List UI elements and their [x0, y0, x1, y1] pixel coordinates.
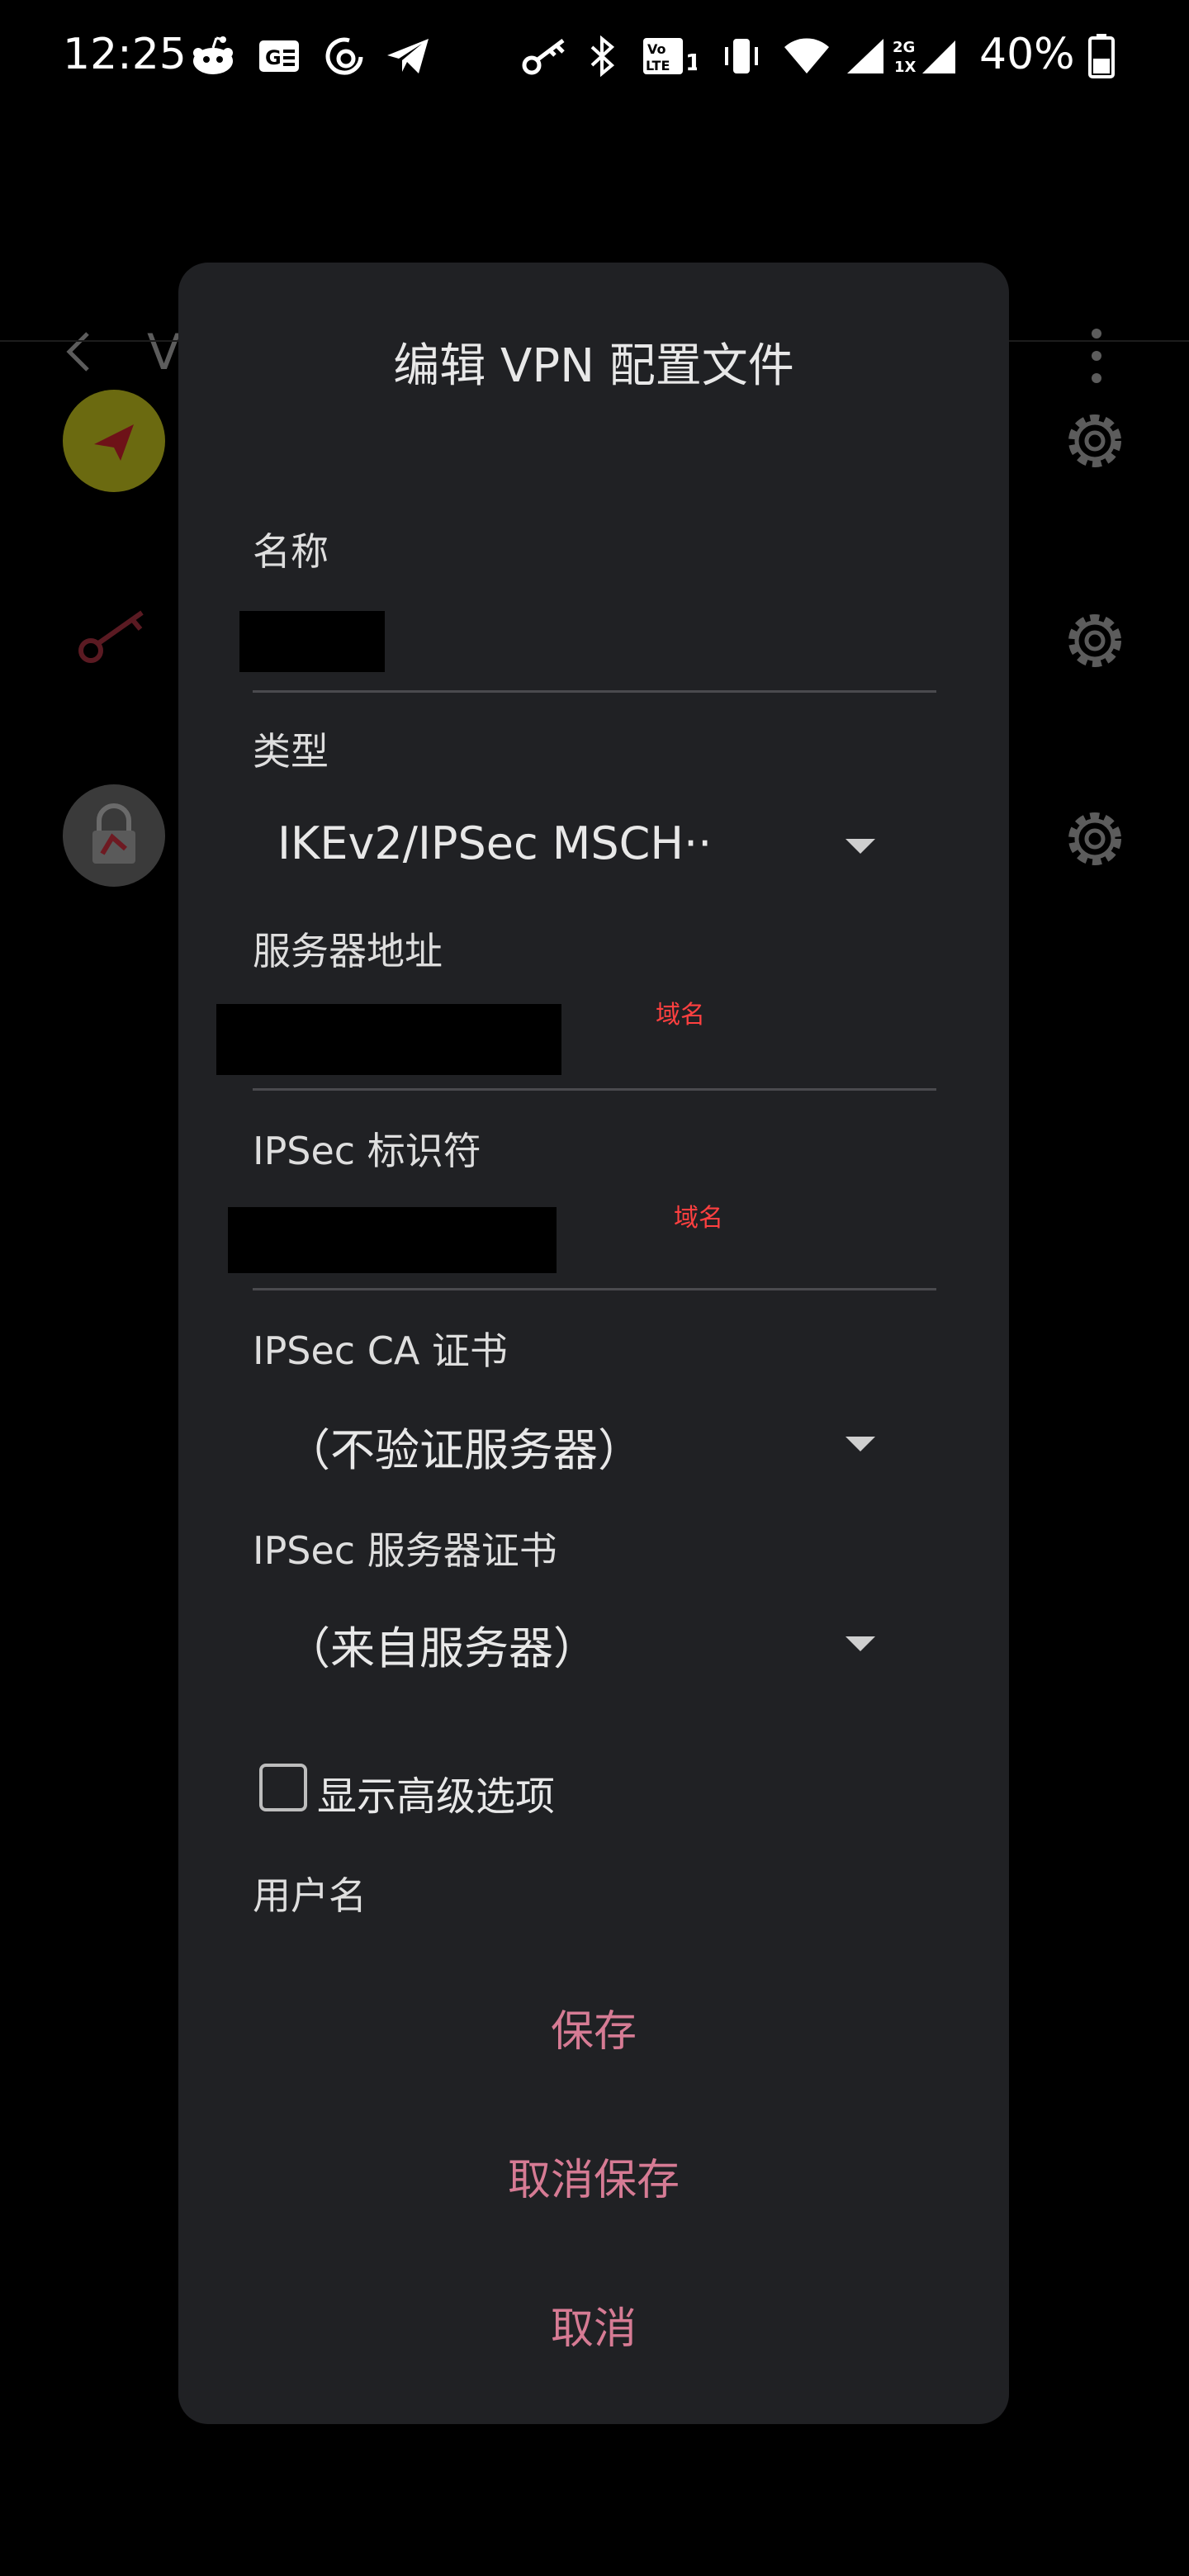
svg-text:Vo: Vo: [647, 41, 666, 57]
delete-profile-button[interactable]: 取消保存: [178, 2145, 1009, 2207]
status-time: 12:25: [63, 30, 187, 79]
server-cert-dropdown-caret-icon[interactable]: [846, 1636, 875, 1651]
show-advanced-label[interactable]: 显示高级选项: [317, 1764, 555, 1821]
settings-gear-icon[interactable]: [1062, 806, 1128, 872]
wifi-icon: [781, 31, 832, 81]
battery-icon: [1087, 31, 1116, 81]
type-select[interactable]: IKEv2/IPSec MSCH··: [277, 817, 712, 869]
svg-text:1X: 1X: [894, 59, 917, 76]
dialog-title: 编辑 VPN 配置文件: [393, 339, 794, 393]
reddit-icon: [188, 31, 238, 81]
type-dropdown-caret-icon[interactable]: [846, 839, 875, 854]
key-app-icon[interactable]: [74, 603, 149, 669]
name-input-redacted[interactable]: [239, 611, 385, 672]
news-icon: G: [256, 31, 302, 81]
name-input-underline: [253, 690, 936, 693]
volte-icon: Vo LTE 1: [641, 31, 699, 81]
paper-plane-app-icon[interactable]: [63, 390, 165, 492]
save-button[interactable]: 保存: [178, 1996, 1009, 2058]
edit-vpn-profile-dialog: 编辑 VPN 配置文件 名称 类型 IKEv2/IPSec MSCH·· 服务器…: [178, 263, 1009, 2424]
ipsec-identifier-note: 域名: [674, 1204, 723, 1233]
vibrate-icon: [718, 31, 765, 81]
svg-text:LTE: LTE: [646, 58, 670, 73]
signal-icon: [844, 31, 887, 81]
ipsec-server-cert-label: IPSec 服务器证书: [253, 1528, 557, 1573]
lock-app-icon[interactable]: [63, 784, 165, 887]
more-options-icon[interactable]: [1088, 327, 1105, 385]
settings-gear-icon[interactable]: [1062, 608, 1128, 674]
name-label: 名称: [253, 529, 329, 574]
svg-text:G: G: [265, 46, 282, 69]
netease-music-icon: [322, 31, 368, 81]
server-address-note: 域名: [656, 1001, 705, 1030]
ipsec-server-cert-select[interactable]: （来自服务器）: [286, 1612, 598, 1677]
server-address-label: 服务器地址: [253, 929, 443, 973]
show-advanced-checkbox[interactable]: [259, 1764, 307, 1811]
status-bar: 12:25 G Vo LTE 1 2G 1X 40%: [0, 0, 1189, 116]
username-label: 用户名: [253, 1873, 367, 1918]
telegram-icon: [383, 31, 433, 81]
bluetooth-icon: [585, 31, 621, 81]
ipsec-identifier-label: IPSec 标识符: [253, 1129, 481, 1173]
server-address-input-redacted[interactable]: [216, 1004, 561, 1075]
signal-2g-icon: 2G 1X: [892, 31, 958, 81]
svg-text:1: 1: [685, 49, 697, 75]
server-address-underline: [253, 1088, 936, 1091]
ipsec-ca-cert-label: IPSec CA 证书: [253, 1328, 508, 1373]
vpn-key-icon: [519, 31, 571, 81]
cancel-button[interactable]: 取消: [178, 2294, 1009, 2356]
settings-gear-icon[interactable]: [1062, 408, 1128, 474]
battery-percent: 40%: [979, 30, 1075, 79]
svg-text:2G: 2G: [893, 39, 915, 56]
ca-cert-dropdown-caret-icon[interactable]: [846, 1437, 875, 1451]
back-arrow-icon[interactable]: [63, 327, 96, 376]
type-label: 类型: [253, 729, 329, 774]
ipsec-identifier-underline: [253, 1288, 936, 1290]
ipsec-ca-cert-select[interactable]: （不验证服务器）: [286, 1413, 642, 1479]
ipsec-identifier-input-redacted[interactable]: [228, 1207, 557, 1273]
